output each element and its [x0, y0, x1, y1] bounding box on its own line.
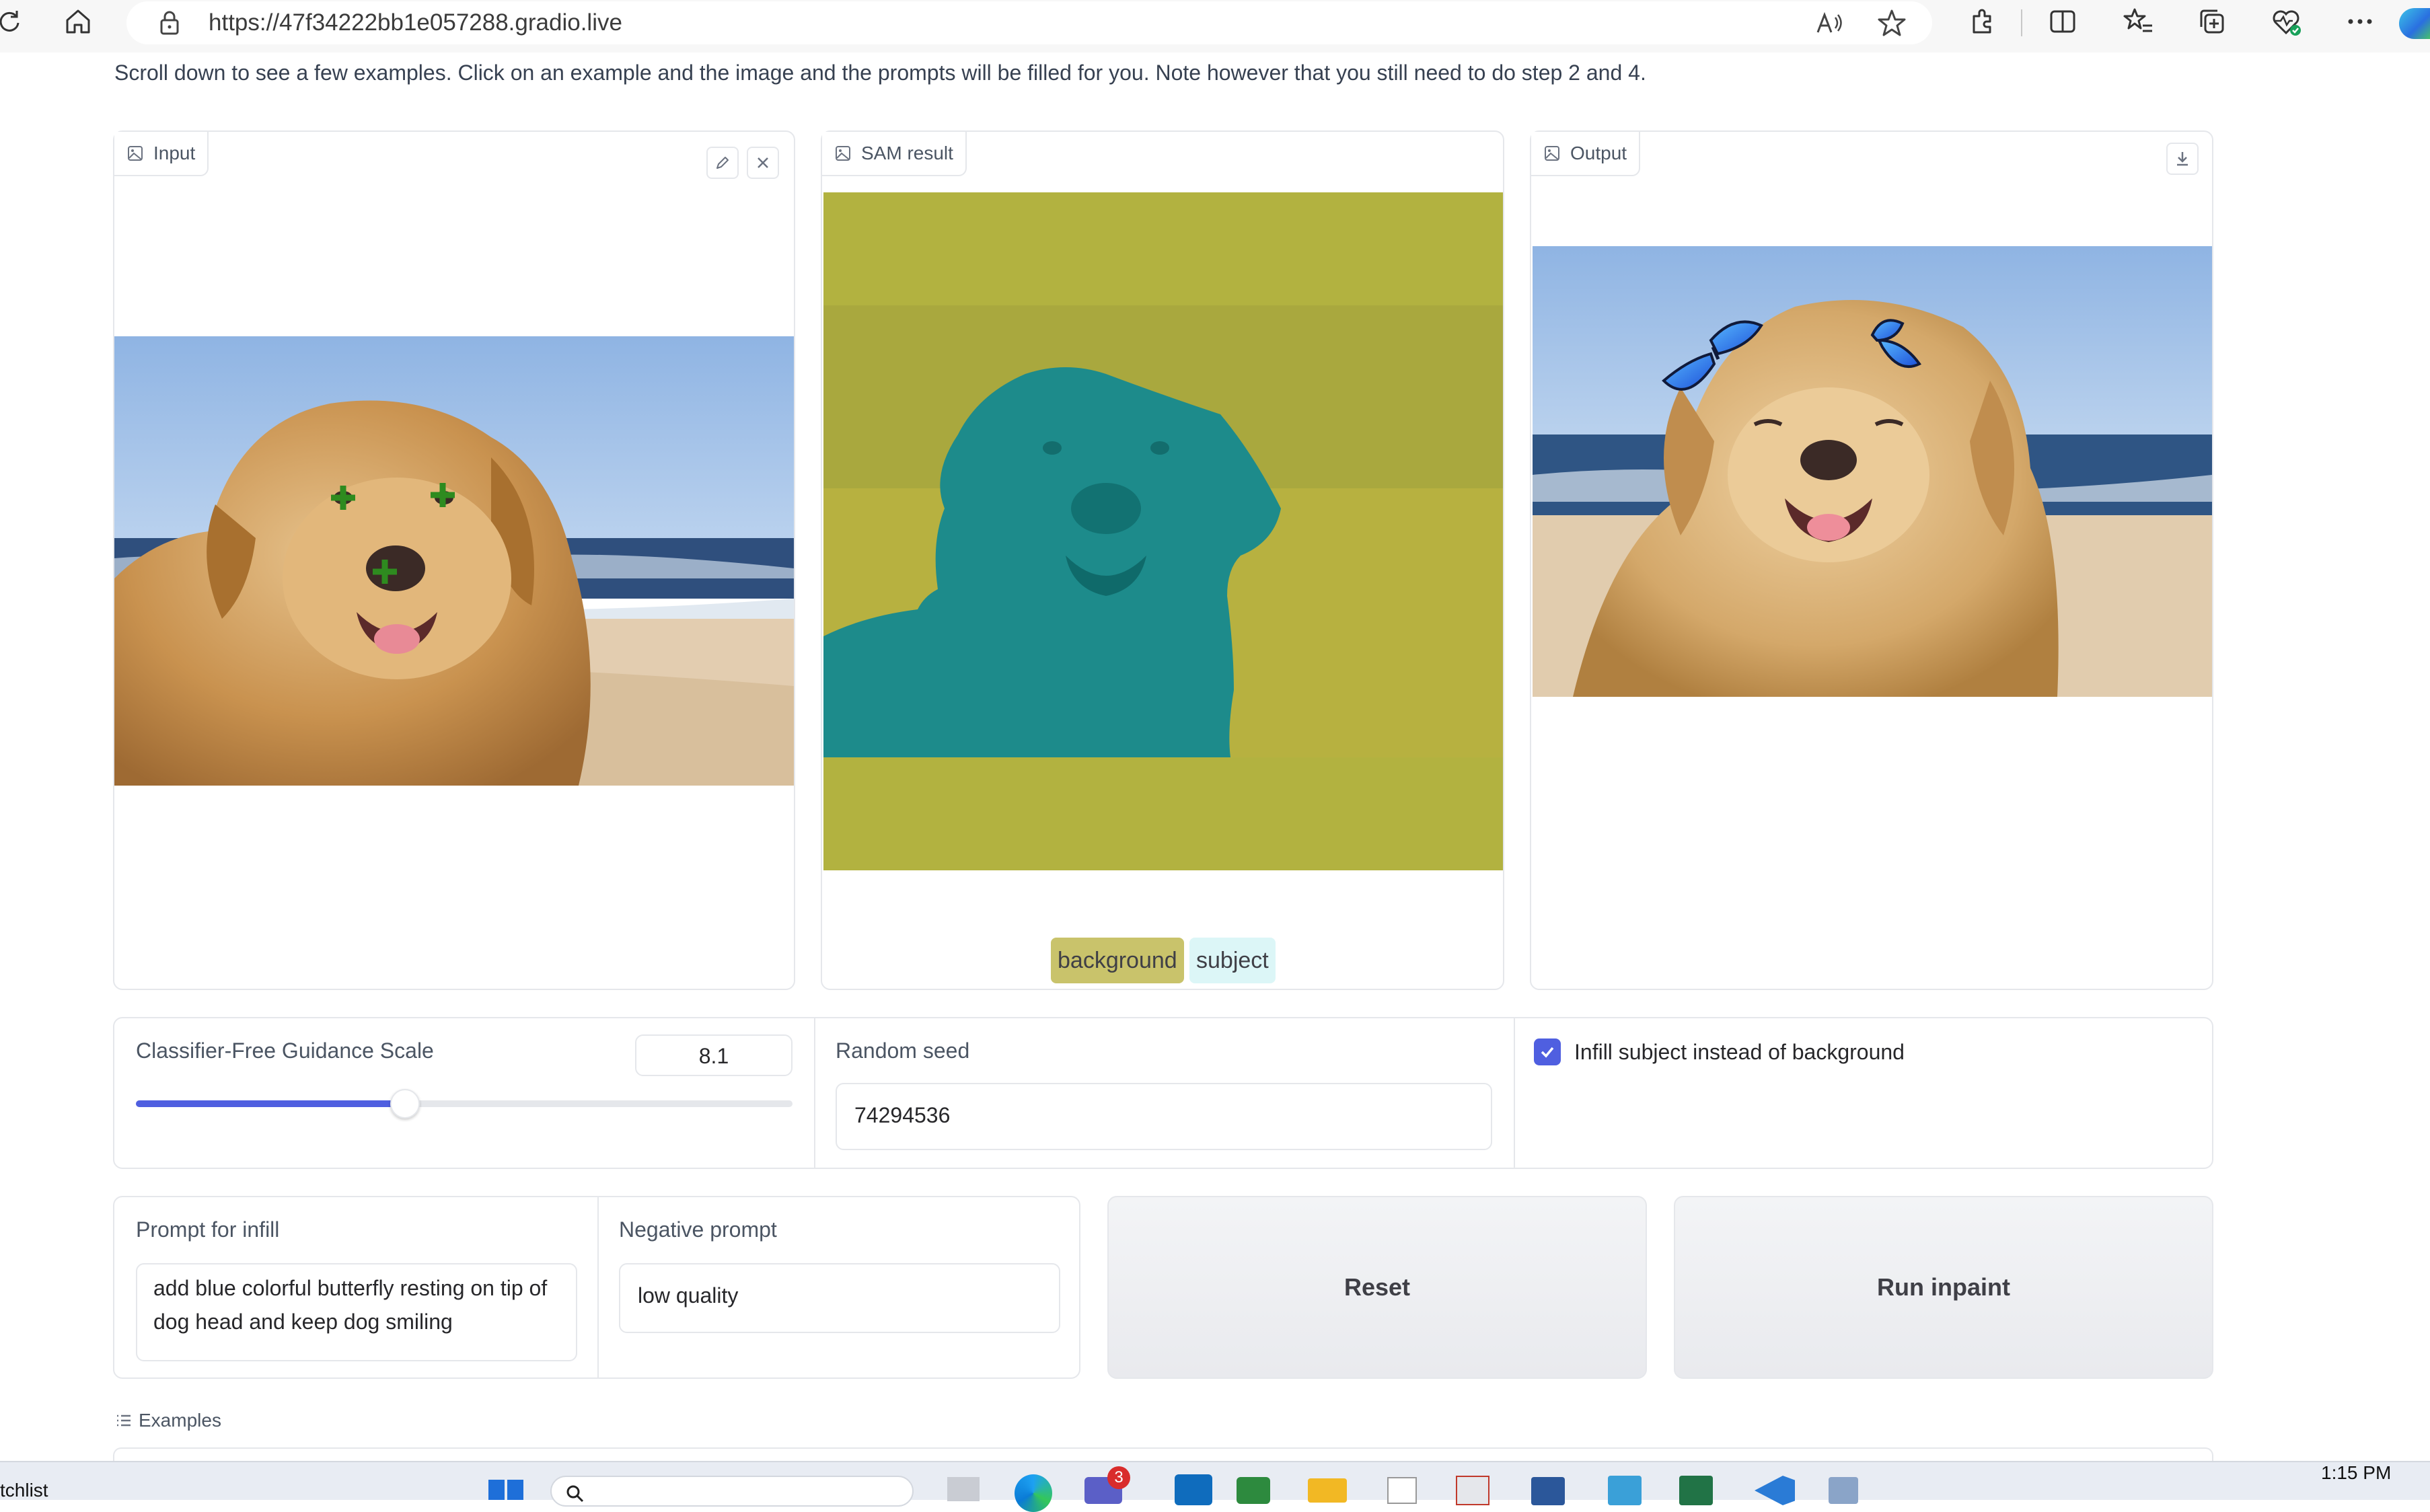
- input-label-tab: Input: [114, 132, 209, 176]
- excel-taskbar-icon[interactable]: [1679, 1476, 1713, 1505]
- home-icon[interactable]: [57, 0, 100, 43]
- negative-prompt-textarea[interactable]: low quality: [619, 1263, 1060, 1333]
- browser-essentials-icon[interactable]: [2265, 0, 2308, 43]
- input-image-panel[interactable]: Input: [113, 130, 795, 990]
- start-icon[interactable]: [487, 1477, 525, 1500]
- cfg-slider-track[interactable]: [136, 1089, 793, 1119]
- notepad-taskbar-icon[interactable]: [1608, 1476, 1642, 1505]
- read-aloud-icon[interactable]: [1808, 1, 1851, 44]
- cfg-label: Classifier-Free Guidance Scale: [136, 1038, 434, 1063]
- cfg-slider-fill: [136, 1100, 405, 1107]
- output-label-tab: Output: [1531, 132, 1641, 176]
- negative-prompt-label: Negative prompt: [619, 1217, 777, 1242]
- search-icon: [566, 1485, 584, 1503]
- outlook-taskbar-icon[interactable]: [1175, 1474, 1212, 1505]
- url-text[interactable]: https://47f34222bb1e057288.gradio.live: [209, 9, 622, 36]
- infill-subject-checkbox[interactable]: [1534, 1038, 1561, 1065]
- sam-mask-image: [823, 192, 1503, 870]
- sam-result-panel: SAM result background subject: [821, 130, 1504, 990]
- edge-taskbar-icon[interactable]: [1015, 1474, 1052, 1512]
- image-icon: [1543, 145, 1561, 162]
- clear-close-icon[interactable]: [747, 147, 779, 179]
- prompts-group: Prompt for infill add blue colorful butt…: [113, 1196, 1080, 1379]
- lock-icon[interactable]: [157, 9, 182, 36]
- favorite-star-icon[interactable]: [1870, 1, 1913, 44]
- output-dog-image: [1533, 246, 2212, 697]
- output-image-panel: Output: [1530, 130, 2213, 990]
- legend-chip-background: background: [1051, 938, 1184, 983]
- file-explorer-icon[interactable]: [1308, 1478, 1347, 1503]
- task-view-icon[interactable]: [947, 1477, 980, 1501]
- taskbar-widget-text[interactable]: tchlist: [0, 1480, 48, 1501]
- cfg-number-input[interactable]: 8.1: [635, 1034, 793, 1076]
- prompt-label: Prompt for infill: [136, 1217, 280, 1242]
- image-icon: [126, 145, 144, 162]
- cfg-slider-thumb[interactable]: [390, 1089, 420, 1119]
- intro-text: Scroll down to see a few examples. Click…: [114, 61, 1646, 85]
- app3-taskbar-icon[interactable]: [1829, 1477, 1858, 1504]
- vscode-taskbar-icon[interactable]: [1755, 1476, 1795, 1505]
- download-icon[interactable]: [2166, 143, 2199, 175]
- input-label: Input: [153, 143, 196, 163]
- extensions-icon[interactable]: [1960, 0, 2003, 43]
- output-label: Output: [1570, 143, 1627, 163]
- refresh-icon[interactable]: [0, 0, 31, 43]
- edit-pencil-icon[interactable]: [706, 147, 739, 179]
- calendar-taskbar-icon[interactable]: [1456, 1476, 1489, 1505]
- windows-taskbar: tchlist 3 1:15 PM: [0, 1461, 2430, 1512]
- taskbar-clock[interactable]: 1:15 PM: [2321, 1462, 2391, 1484]
- prompt-textarea[interactable]: add blue colorful butterfly resting on t…: [136, 1263, 577, 1361]
- legend-chip-subject: subject: [1189, 938, 1276, 983]
- reset-button[interactable]: Reset: [1107, 1196, 1647, 1379]
- list-icon: [116, 1413, 132, 1428]
- examples-header[interactable]: Examples: [116, 1410, 221, 1431]
- input-dog-image[interactable]: [114, 336, 794, 786]
- seed-input[interactable]: 74294536: [836, 1083, 1492, 1150]
- sam-label-tab: SAM result: [822, 132, 967, 176]
- favorites-list-icon[interactable]: [2116, 0, 2160, 43]
- document-taskbar-icon[interactable]: [1387, 1477, 1417, 1504]
- taskbar-search-box[interactable]: [550, 1476, 914, 1507]
- collections-icon[interactable]: [2190, 0, 2234, 43]
- image-icon: [834, 145, 852, 162]
- divider: [597, 1197, 599, 1377]
- infill-subject-label[interactable]: Infill subject instead of background: [1574, 1040, 1905, 1065]
- seed-label: Random seed: [836, 1038, 970, 1063]
- address-bar[interactable]: https://47f34222bb1e057288.gradio.live: [126, 1, 1932, 44]
- notification-badge: 3: [1107, 1466, 1130, 1489]
- examples-label: Examples: [139, 1410, 221, 1431]
- controls-row: Classifier-Free Guidance Scale 8.1 Rando…: [113, 1017, 2213, 1169]
- divider: [1514, 1018, 1515, 1168]
- copilot-icon[interactable]: [2399, 8, 2430, 39]
- examples-table-top: [113, 1447, 2213, 1461]
- sam-label: SAM result: [861, 143, 953, 163]
- split-screen-icon[interactable]: [2041, 0, 2084, 43]
- app-taskbar-icon[interactable]: [1237, 1477, 1270, 1504]
- browser-toolbar: https://47f34222bb1e057288.gradio.live: [0, 0, 2430, 52]
- more-options-icon[interactable]: [2339, 0, 2382, 43]
- divider: [814, 1018, 815, 1168]
- toolbar-divider: [2021, 9, 2022, 36]
- app2-taskbar-icon[interactable]: [1531, 1477, 1565, 1505]
- run-inpaint-button[interactable]: Run inpaint: [1674, 1196, 2213, 1379]
